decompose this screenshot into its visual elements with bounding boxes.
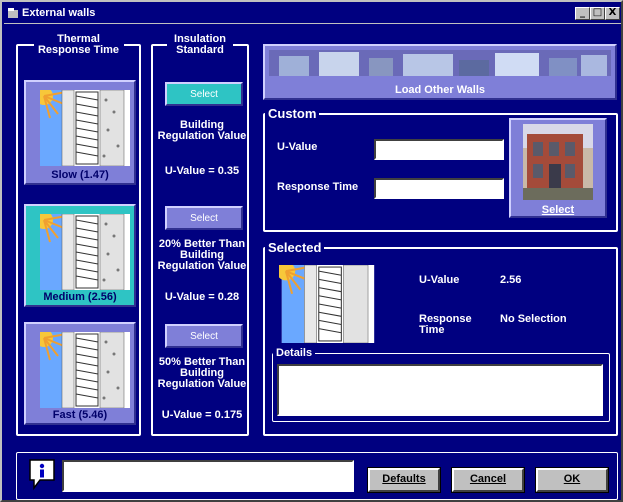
selected-legend: Selected bbox=[268, 240, 322, 255]
wall-section-slow-icon bbox=[40, 90, 130, 166]
selected-uvalue-value: 2.56 bbox=[500, 274, 522, 286]
wall-slow-label: Slow (1.47) bbox=[51, 169, 109, 181]
wall-medium-label: Medium (2.56) bbox=[43, 291, 117, 303]
title-bar[interactable]: External walls _ □ X bbox=[4, 4, 621, 24]
window-title: External walls bbox=[22, 7, 96, 19]
insulation-standard-legend: Insulation Standard bbox=[174, 33, 226, 56]
close-button[interactable]: X bbox=[605, 7, 620, 20]
buildings-banner-icon bbox=[269, 50, 611, 76]
status-message-box bbox=[62, 460, 354, 492]
building-regulation-title: Building Regulation Value bbox=[157, 119, 247, 142]
select-20-better-button[interactable]: Select bbox=[165, 206, 243, 230]
50-better-title: 50% Better Than Building Regulation Valu… bbox=[157, 356, 247, 390]
building-regulation-uvalue: U-Value = 0.35 bbox=[164, 165, 240, 177]
details-legend: Details bbox=[276, 347, 313, 359]
custom-legend: Custom bbox=[268, 106, 317, 121]
wall-slow-card[interactable]: Slow (1.47) bbox=[24, 80, 136, 185]
brick-building-photo-icon bbox=[523, 124, 593, 200]
custom-uvalue-input[interactable] bbox=[374, 139, 504, 160]
custom-response-time-label: Response Time bbox=[277, 181, 359, 193]
load-other-walls-label: Load Other Walls bbox=[394, 84, 486, 96]
selected-response-time-label: Response Time bbox=[419, 313, 472, 336]
custom-response-time-input[interactable] bbox=[374, 178, 504, 199]
maximize-button[interactable]: □ bbox=[590, 7, 605, 20]
wall-fast-card[interactable]: Fast (5.46) bbox=[24, 322, 136, 425]
ok-label: OK bbox=[563, 473, 581, 485]
details-textarea[interactable] bbox=[277, 364, 603, 416]
defaults-label: Defaults bbox=[382, 473, 426, 485]
cancel-label: Cancel bbox=[469, 473, 507, 485]
wall-section-fast-icon bbox=[40, 332, 130, 408]
wall-section-medium-icon bbox=[40, 214, 130, 290]
cancel-button[interactable]: Cancel bbox=[451, 467, 525, 493]
wall-medium-card[interactable]: Medium (2.56) bbox=[24, 204, 136, 307]
minimize-button[interactable]: _ bbox=[575, 7, 590, 20]
ok-button[interactable]: OK bbox=[535, 467, 609, 493]
app-icon bbox=[8, 8, 18, 18]
thermal-response-legend: Thermal Response Time bbox=[37, 33, 120, 56]
info-icon bbox=[29, 459, 55, 491]
custom-select-button[interactable]: Select bbox=[509, 118, 607, 218]
select-building-regulation-button[interactable]: Select bbox=[165, 82, 243, 106]
20-better-uvalue: U-Value = 0.28 bbox=[164, 291, 240, 303]
20-better-title: 20% Better Than Building Regulation Valu… bbox=[157, 238, 247, 272]
selected-response-time-value: No Selection bbox=[500, 313, 567, 325]
wall-fast-label: Fast (5.46) bbox=[52, 409, 108, 421]
external-walls-window: External walls _ □ X Thermal Response Ti… bbox=[0, 0, 623, 502]
custom-select-label: Select bbox=[541, 204, 575, 216]
select-50-better-button[interactable]: Select bbox=[165, 324, 243, 348]
custom-uvalue-label: U-Value bbox=[277, 141, 318, 153]
selected-uvalue-label: U-Value bbox=[419, 274, 460, 286]
50-better-uvalue: U-Value = 0.175 bbox=[161, 409, 243, 421]
load-other-walls-button[interactable]: Load Other Walls bbox=[263, 44, 617, 100]
defaults-button[interactable]: Defaults bbox=[367, 467, 441, 493]
selected-wall-section-icon bbox=[279, 265, 375, 343]
